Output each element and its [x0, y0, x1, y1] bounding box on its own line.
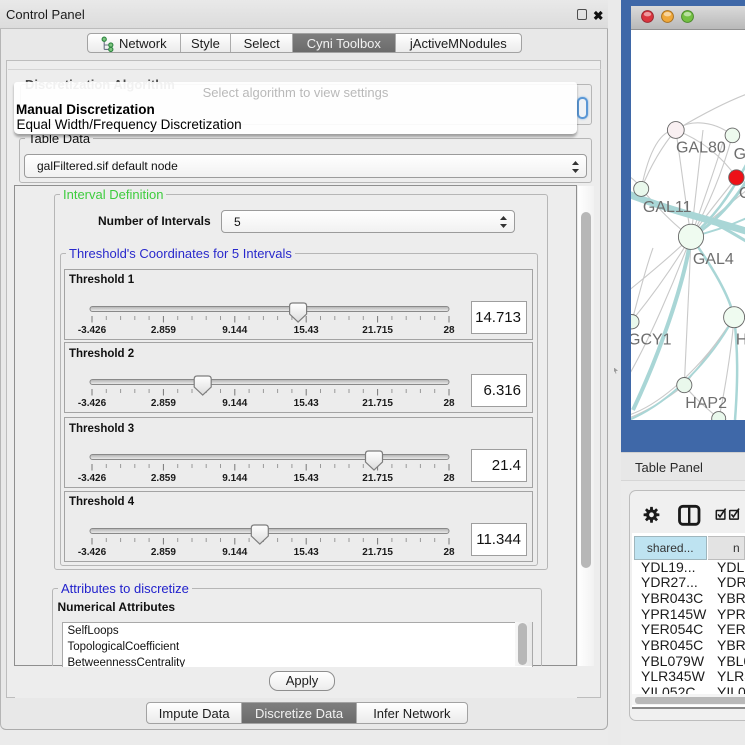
- svg-text:9.144: 9.144: [222, 547, 247, 558]
- svg-text:28: 28: [443, 398, 455, 409]
- svg-text:-3.426: -3.426: [78, 398, 107, 409]
- svg-text:28: 28: [443, 547, 455, 558]
- svg-text:2.859: 2.859: [151, 398, 176, 409]
- svg-text:15.43: 15.43: [294, 325, 319, 336]
- svg-text:9.144: 9.144: [222, 398, 247, 409]
- svg-text:GAL80: GAL80: [676, 140, 726, 157]
- svg-text:9.144: 9.144: [222, 325, 247, 336]
- svg-text:GCY1: GCY1: [631, 332, 672, 349]
- svg-text:21.715: 21.715: [362, 325, 393, 336]
- svg-text:9.144: 9.144: [222, 473, 247, 484]
- svg-text:21.715: 21.715: [362, 473, 393, 484]
- svg-text:28: 28: [443, 325, 455, 336]
- svg-text:GAL11: GAL11: [643, 199, 692, 216]
- svg-text:-3.426: -3.426: [78, 547, 107, 558]
- svg-text:G.: G.: [734, 146, 745, 163]
- svg-text:HAP2: HAP2: [685, 395, 727, 412]
- svg-text:2.859: 2.859: [151, 325, 176, 336]
- svg-text:2.859: 2.859: [151, 547, 176, 558]
- svg-text:15.43: 15.43: [294, 398, 319, 409]
- svg-text:H: H: [736, 332, 745, 349]
- svg-text:21.715: 21.715: [362, 547, 393, 558]
- svg-text:2.859: 2.859: [151, 473, 176, 484]
- svg-text:28: 28: [443, 473, 455, 484]
- svg-text:C: C: [739, 185, 745, 202]
- svg-text:GAL4: GAL4: [693, 251, 734, 268]
- svg-text:-3.426: -3.426: [78, 325, 107, 336]
- svg-text:21.715: 21.715: [362, 398, 393, 409]
- svg-text:15.43: 15.43: [294, 547, 319, 558]
- svg-text:-3.426: -3.426: [78, 473, 107, 484]
- svg-text:15.43: 15.43: [294, 473, 319, 484]
